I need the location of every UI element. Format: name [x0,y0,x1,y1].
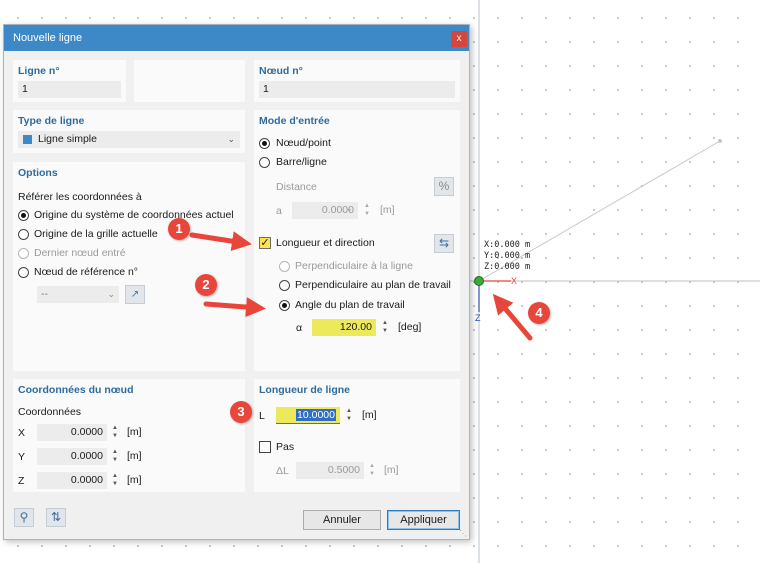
marker-2: 2 [195,274,217,296]
marker-3: 3 [230,401,252,423]
marker-1: 1 [168,218,190,240]
annotation-arrows [189,231,533,341]
marker-4: 4 [528,302,550,324]
